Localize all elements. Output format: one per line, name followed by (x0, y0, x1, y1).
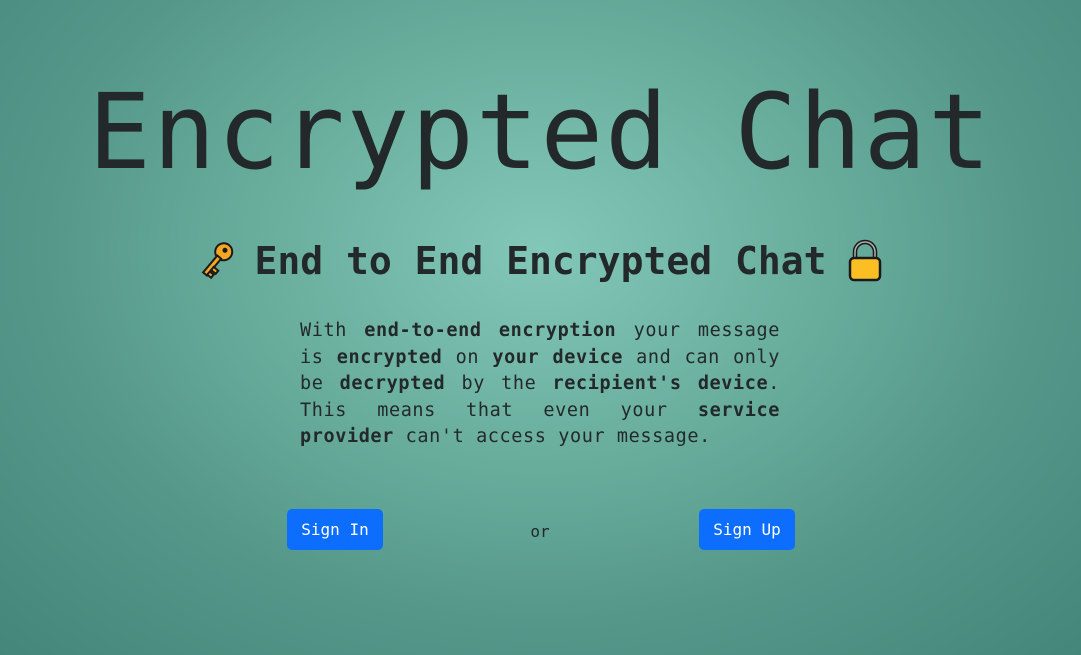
lock-icon (849, 239, 882, 282)
sign-in-button[interactable]: Sign In (287, 509, 383, 550)
description-text: can't access your message. (393, 426, 711, 447)
description-emphasis: end-to-end encryption (364, 320, 617, 341)
description-emphasis: your device (492, 346, 623, 368)
page-title: Encrypted Chat (88, 71, 993, 193)
encryption-description: With end-to-end encryption your message … (300, 318, 780, 451)
or-separator: or (530, 522, 550, 541)
page-subtitle: End to End Encrypted Chat (0, 236, 1081, 286)
sign-up-button[interactable]: Sign Up (699, 509, 795, 550)
description-emphasis: encrypted (336, 346, 443, 368)
description-emphasis: recipient's device (552, 373, 769, 394)
description-text: on (442, 346, 493, 368)
description-emphasis: decrypted (339, 373, 446, 394)
key-icon (201, 242, 233, 280)
description-text: by the (445, 373, 553, 394)
subtitle-text: End to End Encrypted Chat (254, 239, 827, 283)
description-text: With (300, 320, 365, 341)
